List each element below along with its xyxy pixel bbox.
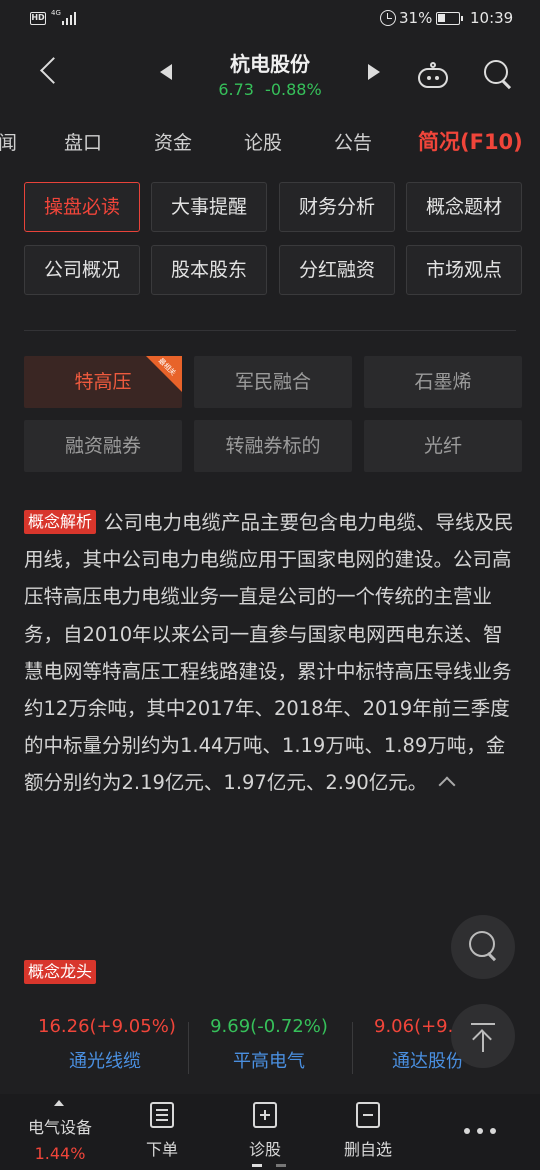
signal-icon	[62, 12, 77, 25]
page-indicator	[252, 1164, 292, 1167]
bottom-bar: 电气设备 1.44% 下单 诊股 删自选	[0, 1094, 540, 1170]
stock-header: 杭电股份 6.73 -0.88%	[0, 38, 540, 110]
leader-quote: 16.26(+9.05%)	[38, 1016, 176, 1037]
leader-name: 平高电气	[233, 1051, 305, 1072]
f10-financial-button[interactable]: 财务分析	[279, 182, 395, 232]
scroll-top-icon[interactable]	[451, 1004, 515, 1068]
concept-chip-fiber[interactable]: 光纤	[364, 420, 522, 472]
clock: 10:39	[470, 9, 514, 27]
remove-watchlist-button[interactable]: 删自选	[328, 1102, 408, 1160]
battery-icon	[436, 12, 463, 25]
diagnose-button[interactable]: 诊股	[225, 1102, 305, 1160]
search-icon[interactable]	[484, 60, 514, 90]
remove-watchlist-icon	[356, 1102, 380, 1128]
leaders-section: 概念龙头	[24, 960, 104, 984]
concept-analysis: 概念解析 公司电力电缆产品主要包含电力电缆、导线及民用线，其中公司电力电缆应用于国…	[24, 504, 518, 802]
f10-events-button[interactable]: 大事提醒	[151, 182, 267, 232]
f10-market-view-button[interactable]: 市场观点	[406, 245, 522, 295]
most-relevant-badge: 最相关	[146, 356, 182, 392]
concept-label: 特高压	[74, 371, 132, 393]
collapse-icon[interactable]	[438, 776, 456, 794]
order-label: 下单	[145, 1140, 178, 1159]
order-button[interactable]: 下单	[122, 1102, 202, 1160]
sector-button[interactable]: 电气设备 1.44%	[24, 1114, 96, 1163]
tab-news[interactable]: 闻	[0, 128, 17, 155]
caret-up-icon	[54, 1100, 64, 1106]
analysis-tag: 概念解析	[24, 510, 97, 534]
prev-stock-icon[interactable]	[160, 64, 172, 80]
tab-order-book[interactable]: 盘口	[64, 128, 102, 155]
tab-discussion[interactable]: 论股	[244, 128, 282, 155]
stock-price: 6.73	[218, 80, 254, 99]
sector-name: 电气设备	[27, 1118, 92, 1137]
remove-watchlist-label: 删自选	[343, 1140, 392, 1159]
sector-pct: 1.44%	[34, 1144, 86, 1163]
stock-name: 杭电股份	[230, 52, 310, 76]
diagnose-icon	[253, 1102, 277, 1128]
leader-item[interactable]: 16.26(+9.05%) 通光线缆	[38, 1016, 176, 1073]
leader-name: 通光线缆	[69, 1051, 141, 1072]
f10-concepts-button[interactable]: 概念题材	[406, 182, 522, 232]
concept-chip-securities-lending[interactable]: 转融券标的	[194, 420, 352, 472]
f10-dividend-button[interactable]: 分红融资	[279, 245, 395, 295]
tab-funds[interactable]: 资金	[154, 128, 192, 155]
divider	[352, 1022, 353, 1074]
hd-icon: HD	[30, 12, 46, 25]
concept-chip-graphene[interactable]: 石墨烯	[364, 356, 522, 408]
status-bar: HD 4G 31% 10:39	[0, 0, 540, 38]
battery-percent: 31%	[399, 9, 433, 27]
f10-shareholders-button[interactable]: 股本股东	[151, 245, 267, 295]
order-icon	[150, 1102, 174, 1128]
analysis-text: 公司电力电缆产品主要包含电力电缆、导线及民用线，其中公司电力电缆应用于国家电网的…	[24, 511, 514, 795]
next-stock-icon[interactable]	[368, 64, 380, 80]
f10-must-read-button[interactable]: 操盘必读	[24, 182, 140, 232]
concept-chip-uhv[interactable]: 特高压 最相关	[24, 356, 182, 408]
diagnose-label: 诊股	[248, 1140, 281, 1159]
leader-item[interactable]: 9.69(-0.72%) 平高电气	[202, 1016, 336, 1073]
back-icon[interactable]	[36, 58, 60, 82]
f10-company-button[interactable]: 公司概况	[24, 245, 140, 295]
divider	[24, 330, 516, 331]
more-icon[interactable]	[464, 1128, 498, 1136]
concept-chip-margin[interactable]: 融资融券	[24, 420, 182, 472]
divider	[188, 1022, 189, 1074]
concept-chip-military[interactable]: 军民融合	[194, 356, 352, 408]
leaders-tag: 概念龙头	[24, 960, 97, 984]
alarm-icon	[380, 10, 396, 26]
network-type: 4G	[51, 9, 61, 17]
tab-f10[interactable]: 简况(F10)	[418, 126, 523, 156]
leader-quote: 9.69(-0.72%)	[210, 1016, 328, 1037]
floating-search-icon[interactable]	[451, 915, 515, 979]
tab-announcements[interactable]: 公告	[334, 128, 372, 155]
stock-quote: 6.73 -0.88%	[190, 80, 350, 99]
tab-bar: 闻 盘口 资金 论股 公告 简况(F10)	[0, 112, 540, 172]
stock-change: -0.88%	[265, 80, 322, 99]
robot-assistant-icon[interactable]	[418, 62, 450, 88]
